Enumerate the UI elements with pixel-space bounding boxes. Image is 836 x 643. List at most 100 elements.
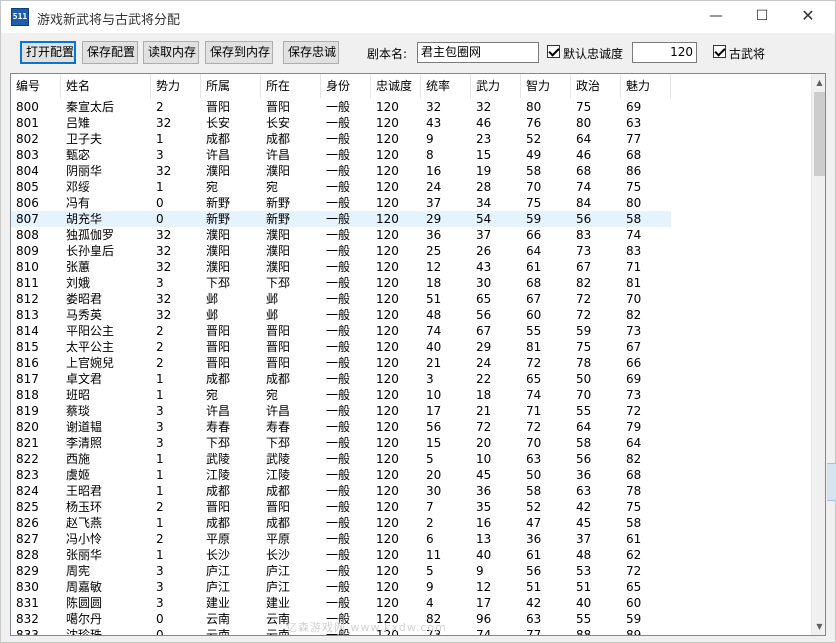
table-cell[interactable]: 9 xyxy=(421,579,471,595)
table-cell[interactable]: 120 xyxy=(371,99,421,115)
table-cell[interactable]: 庐江 xyxy=(201,579,261,595)
table-row[interactable]: 812 娄昭君 32 邺邺一般 120 51 65 67 72 70 xyxy=(11,291,671,307)
table-cell[interactable]: 上官婉兒 xyxy=(61,355,151,371)
table-cell[interactable]: 18 xyxy=(421,275,471,291)
table-cell[interactable]: 江陵 xyxy=(201,467,261,483)
table-cell[interactable]: 娄昭君 xyxy=(61,291,151,307)
table-cell[interactable]: 甄宓 xyxy=(61,147,151,163)
table-cell[interactable]: 56 xyxy=(521,563,571,579)
table-cell[interactable]: 28 xyxy=(471,179,521,195)
table-cell[interactable]: 3 xyxy=(151,403,201,419)
table-cell[interactable]: 2 xyxy=(151,339,201,355)
table-cell[interactable]: 68 xyxy=(571,163,621,179)
column-header[interactable]: 智力 xyxy=(521,74,571,98)
table-cell[interactable]: 65 xyxy=(471,291,521,307)
table-cell[interactable]: 1 xyxy=(151,451,201,467)
table-cell[interactable]: 一般 xyxy=(321,227,371,243)
column-header[interactable]: 身份 xyxy=(321,74,371,98)
table-cell[interactable]: 808 xyxy=(11,227,61,243)
column-header[interactable]: 编号 xyxy=(11,74,61,98)
table-cell[interactable]: 74 xyxy=(621,227,671,243)
table-cell[interactable]: 10 xyxy=(471,451,521,467)
table-cell[interactable]: 1 xyxy=(151,515,201,531)
table-cell[interactable]: 宛 xyxy=(201,179,261,195)
table-cell[interactable]: 一般 xyxy=(321,211,371,227)
table-row[interactable]: 806 冯有 0 新野 新野 一般 120 37 34 75 84 80 xyxy=(11,195,671,211)
table-cell[interactable]: 56 xyxy=(471,307,521,323)
table-cell[interactable]: 36 xyxy=(471,483,521,499)
table-cell[interactable]: 68 xyxy=(521,275,571,291)
table-cell[interactable]: 成都 xyxy=(261,515,321,531)
table-cell[interactable]: 72 xyxy=(471,419,521,435)
table-cell[interactable]: 60 xyxy=(521,307,571,323)
table-cell[interactable]: 813 xyxy=(11,307,61,323)
table-cell[interactable]: 822 xyxy=(11,451,61,467)
table-cell[interactable]: 120 xyxy=(371,515,421,531)
table-cell[interactable]: 2 xyxy=(421,515,471,531)
table-cell[interactable]: 83 xyxy=(571,227,621,243)
table-cell[interactable]: 邺 xyxy=(261,291,321,307)
table-cell[interactable]: 19 xyxy=(471,163,521,179)
table-cell[interactable]: 120 xyxy=(371,499,421,515)
table-cell[interactable]: 32 xyxy=(151,115,201,131)
table-cell[interactable]: 濮阳 xyxy=(261,243,321,259)
generals-table[interactable]: 编号 姓名 势力 所属 所在 身份 忠诚度 统率 武力 智力 政治 魅力 800 秦宣太后 2 晋阳 晋阳 一般… xyxy=(10,73,826,636)
table-cell[interactable]: 72 xyxy=(621,563,671,579)
table-cell[interactable]: 70 xyxy=(521,179,571,195)
table-cell[interactable]: 830 xyxy=(11,579,61,595)
table-cell[interactable]: 一般 xyxy=(321,179,371,195)
table-row[interactable]: 811 刘娥 3 下邳 下邳 一般 120 18 30 68 82 81 xyxy=(11,275,671,291)
table-cell[interactable]: 831 xyxy=(11,595,61,611)
table-cell[interactable]: 11 xyxy=(421,547,471,563)
title-bar[interactable]: 511 游戏新武将与古武将分配 — ☐ ✕ xyxy=(1,1,835,33)
table-cell[interactable]: 61 xyxy=(521,547,571,563)
table-cell[interactable]: 邺 xyxy=(261,307,321,323)
table-cell[interactable]: 51 xyxy=(521,579,571,595)
table-cell[interactable]: 52 xyxy=(521,131,571,147)
table-cell[interactable]: 120 xyxy=(371,339,421,355)
table-row[interactable]: 801 吕雉 32 长安 长安 一般 120 43 46 76 80 63 xyxy=(11,115,671,131)
table-cell[interactable]: 120 xyxy=(371,307,421,323)
table-cell[interactable]: 64 xyxy=(571,131,621,147)
table-cell[interactable]: 平原 xyxy=(261,531,321,547)
table-cell[interactable]: 0 xyxy=(151,611,201,627)
table-row[interactable]: 833 沈珍珠 0 云南 云南 一般 120 73 74 77 88 89 xyxy=(11,627,671,635)
table-cell[interactable]: 120 xyxy=(371,275,421,291)
table-row[interactable]: 825 杨玉环 2 晋阳 晋阳 一般 120 7 35 52 42 75 xyxy=(11,499,671,515)
scroll-up-arrow-icon[interactable]: ▲ xyxy=(812,74,825,91)
table-cell[interactable]: 59 xyxy=(571,323,621,339)
table-cell[interactable]: 17 xyxy=(471,595,521,611)
table-row[interactable]: 813 马秀英 32 邺邺一般 120 48 56 60 72 82 xyxy=(11,307,671,323)
table-cell[interactable]: 晋阳 xyxy=(201,99,261,115)
table-cell[interactable]: 一般 xyxy=(321,195,371,211)
table-cell[interactable]: 8 xyxy=(421,147,471,163)
table-cell[interactable]: 一般 xyxy=(321,419,371,435)
table-row[interactable]: 832 噶尔丹 0 云南 云南 一般 120 82 96 63 55 59 xyxy=(11,611,671,627)
table-cell[interactable]: 82 xyxy=(621,307,671,323)
table-cell[interactable]: 75 xyxy=(621,499,671,515)
table-cell[interactable]: 833 xyxy=(11,627,61,635)
table-cell[interactable]: 陈圆圆 xyxy=(61,595,151,611)
table-cell[interactable]: 独孤伽罗 xyxy=(61,227,151,243)
table-row[interactable]: 820 谢道韫 3 寿春 寿春 一般 120 56 72 72 64 79 xyxy=(11,419,671,435)
table-row[interactable]: 803 甄宓 3 许昌 许昌 一般 120 8 15 49 46 68 xyxy=(11,147,671,163)
table-cell[interactable]: 67 xyxy=(571,259,621,275)
table-cell[interactable]: 80 xyxy=(621,195,671,211)
table-cell[interactable]: 804 xyxy=(11,163,61,179)
table-cell[interactable]: 72 xyxy=(521,355,571,371)
table-cell[interactable]: 0 xyxy=(151,211,201,227)
table-cell[interactable]: 55 xyxy=(571,611,621,627)
table-cell[interactable]: 4 xyxy=(421,595,471,611)
table-cell[interactable]: 一般 xyxy=(321,147,371,163)
table-cell[interactable]: 120 xyxy=(371,563,421,579)
minimize-button[interactable]: — xyxy=(693,1,739,33)
table-cell[interactable]: 26 xyxy=(471,243,521,259)
table-cell[interactable]: 张丽华 xyxy=(61,547,151,563)
table-cell[interactable]: 下邳 xyxy=(201,435,261,451)
table-cell[interactable]: 新野 xyxy=(201,211,261,227)
table-cell[interactable]: 75 xyxy=(571,99,621,115)
table-cell[interactable]: 5 xyxy=(421,563,471,579)
table-cell[interactable]: 37 xyxy=(571,531,621,547)
table-row[interactable]: 805 邓绥 1 宛宛一般 120 24 28 70 74 75 xyxy=(11,179,671,195)
table-cell[interactable]: 63 xyxy=(521,611,571,627)
